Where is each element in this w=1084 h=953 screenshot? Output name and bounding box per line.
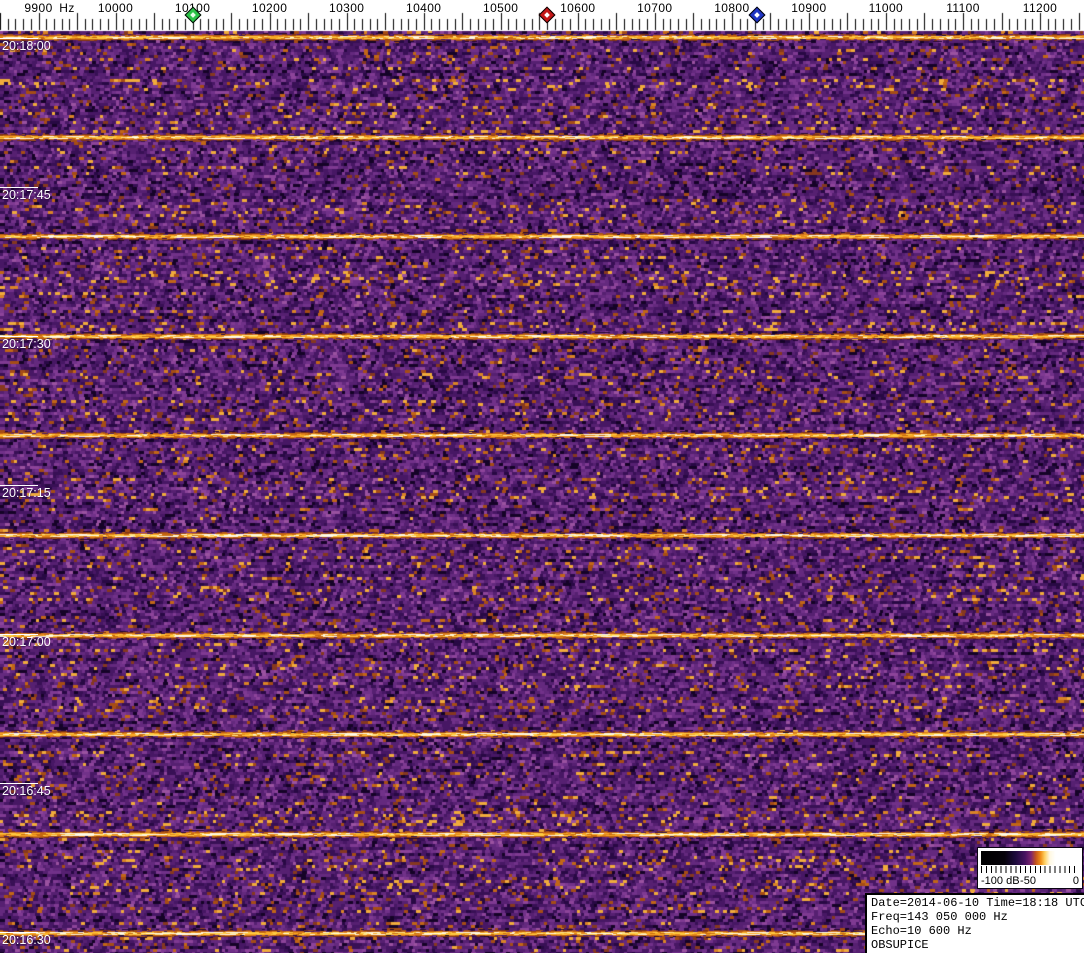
spectrogram-window: Hz 9900100001010010200103001040010500106… xyxy=(0,0,1084,953)
colorbar-gradient xyxy=(981,851,1079,865)
marker-center-dot xyxy=(754,12,761,18)
marker-center-dot xyxy=(189,12,196,18)
colorbar-labels: -100 dB -50 0 xyxy=(978,874,1082,887)
info-line-echo: Echo=10 600 Hz xyxy=(871,924,972,938)
colorbar-label-max: 0 xyxy=(1072,875,1079,887)
colorbar-label-mid: -50 xyxy=(1020,875,1036,887)
info-box: Date=2014-06-10 Time=18:18 UTC Freq=143 … xyxy=(865,893,1084,953)
marker-center-dot xyxy=(544,12,550,18)
info-line-station: OBSUPICE xyxy=(871,938,929,952)
colorbar-ticks xyxy=(981,866,1079,873)
colorbar-label-min: -100 dB xyxy=(981,875,1020,887)
info-line-freq: Freq=143 050 000 Hz xyxy=(871,910,1008,924)
waterfall-canvas[interactable] xyxy=(0,0,1084,953)
info-line-date: Date=2014-06-10 Time=18:18 UTC xyxy=(871,896,1084,910)
colorbar-legend: -100 dB -50 0 xyxy=(977,847,1083,889)
